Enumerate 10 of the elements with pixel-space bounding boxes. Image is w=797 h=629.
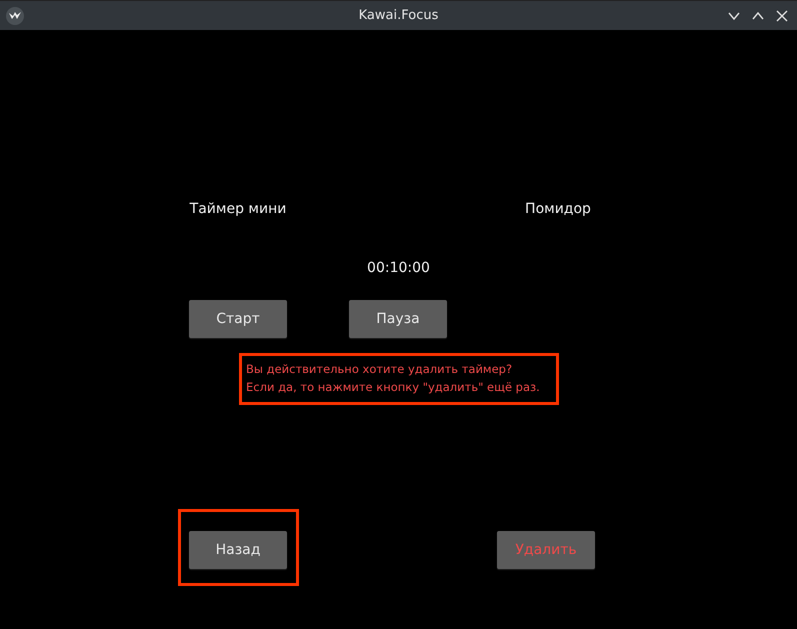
- timer-type: Помидор: [524, 201, 592, 219]
- control-button[interactable]: Старт: [189, 300, 287, 338]
- timer-time: 00:10:00: [366, 260, 431, 278]
- timer-name: Таймер мини: [188, 201, 288, 219]
- back-button[interactable]: Назад: [189, 531, 287, 569]
- app-logo-icon: [6, 6, 24, 24]
- window-title: Kawai.Focus: [358, 8, 438, 23]
- close-icon[interactable]: [775, 8, 789, 22]
- warning-message: Вы действительно хотите удалить таймер? Если да, то нажмите кнопку "удалить" ещё раз.: [239, 353, 559, 405]
- control-button[interactable]: Пауза: [349, 300, 447, 338]
